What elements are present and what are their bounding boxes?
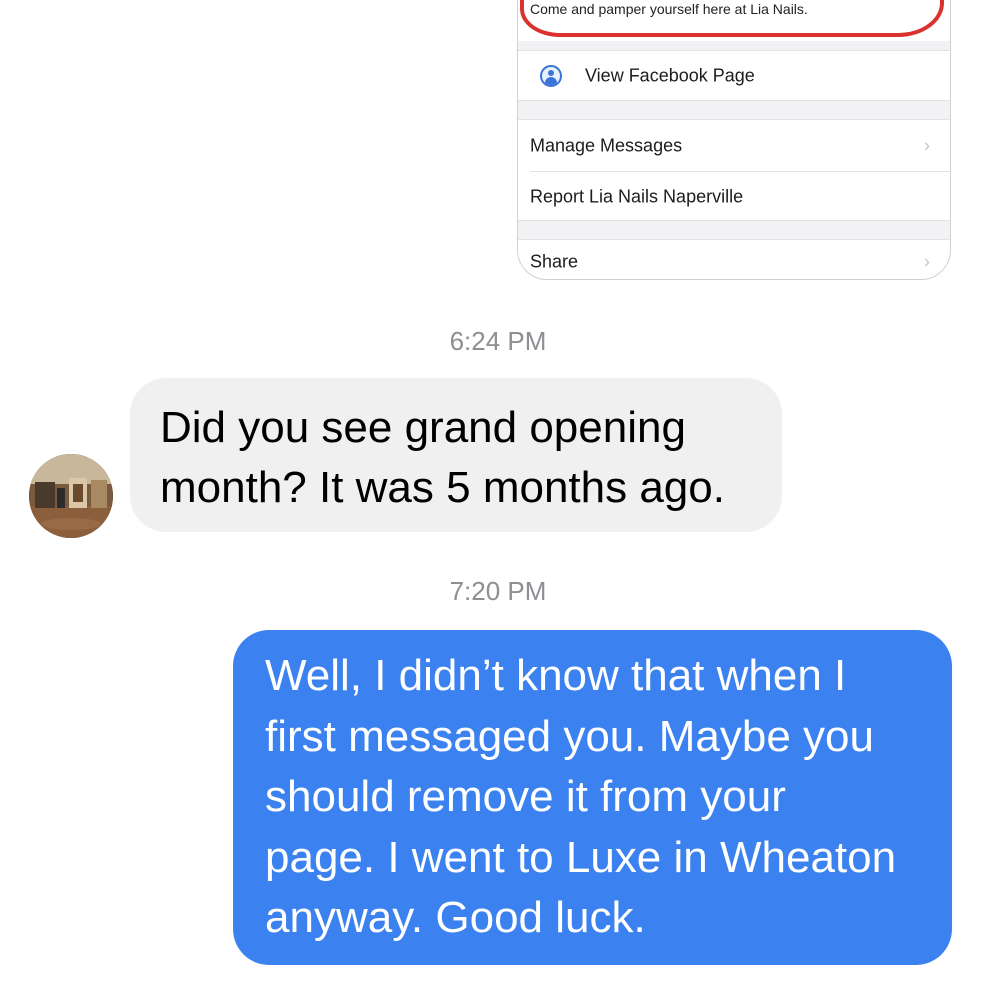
contact-avatar[interactable] bbox=[29, 454, 113, 538]
message-text-line: Did you see grand opening bbox=[160, 403, 686, 452]
message-timestamp: 7:20 PM bbox=[449, 576, 547, 606]
message-text-line: first messaged you. Maybe you bbox=[265, 711, 874, 761]
outgoing-message-bubble[interactable]: Well, I didn’t know that when I first me… bbox=[233, 630, 952, 965]
share-label: Share bbox=[530, 251, 579, 272]
message-text-line: should remove it from your bbox=[265, 772, 786, 821]
incoming-message-bubble[interactable]: Did you see grand opening month? It was … bbox=[130, 378, 782, 532]
report-page-row: Report Lia Nails Naperville bbox=[518, 171, 950, 222]
message-text-line: page. I went to Luxe in Wheaton bbox=[265, 832, 897, 882]
message-text-line: month? It was 5 months ago. bbox=[160, 463, 725, 512]
person-circle-icon bbox=[540, 64, 562, 87]
message-text-line: Well, I didn’t know that when I bbox=[265, 651, 847, 700]
shared-screenshot-image[interactable]: Come and pamper yourself here at Lia Nai… bbox=[517, 0, 951, 280]
manage-messages-label: Manage Messages bbox=[530, 135, 683, 155]
message-text-line: anyway. Good luck. bbox=[265, 893, 646, 942]
chevron-right-icon: › bbox=[924, 135, 930, 155]
view-facebook-page-row: View Facebook Page bbox=[518, 50, 950, 101]
view-facebook-page-label: View Facebook Page bbox=[585, 65, 755, 85]
report-page-label: Report Lia Nails Naperville bbox=[530, 186, 744, 206]
options-group: Manage Messages › Report Lia Nails Naper… bbox=[518, 119, 950, 221]
red-highlight-circle bbox=[520, 0, 944, 37]
salon-interior-photo bbox=[29, 454, 113, 538]
message-timestamp: 6:24 PM bbox=[449, 326, 547, 356]
messenger-conversation: Come and pamper yourself here at Lia Nai… bbox=[0, 0, 1000, 1000]
chevron-right-icon: › bbox=[924, 251, 930, 272]
manage-messages-row: Manage Messages › bbox=[518, 120, 950, 171]
share-row: Share › bbox=[518, 239, 950, 279]
